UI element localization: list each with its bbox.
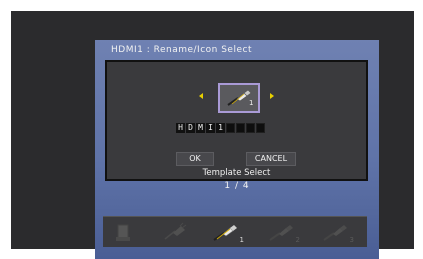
strip-item-device[interactable] [107,219,147,245]
name-char-empty[interactable] [246,123,255,133]
rename-icon-dialog: HDMI1 : Rename/Icon Select 1 H D M I 1 O… [95,40,379,259]
arrow-right-icon[interactable] [270,93,274,99]
ok-button[interactable]: OK [176,152,214,166]
selected-icon-box[interactable]: 1 [218,83,260,113]
strip-number: 1 [239,236,244,244]
strip-number: 3 [349,236,354,244]
strip-item-plug[interactable] [157,219,197,245]
plug-icon [164,222,187,240]
edit-panel: 1 H D M I 1 OK CANCEL Template Select [105,60,368,181]
hdmi-cable-icon [323,225,347,241]
strip-item-hdmi-3[interactable]: 3 [317,219,357,245]
page-indicator: 1 / 4 [224,181,250,191]
device-icon [116,224,130,241]
cancel-button[interactable]: CANCEL [246,152,296,166]
strip-number: 2 [295,236,300,244]
tv-screen: HDMI1 : Rename/Icon Select 1 H D M I 1 O… [11,11,414,259]
hdmi-cable-icon [213,225,237,241]
name-char[interactable]: H [176,123,185,133]
name-char[interactable]: I [206,123,215,133]
icon-strip: 1 2 3 [103,216,367,247]
hdmi-cable-icon [269,225,293,241]
name-char-empty[interactable] [236,123,245,133]
name-char-row: H D M I 1 [176,123,265,133]
name-char-empty[interactable] [226,123,235,133]
icon-number: 1 [249,99,254,107]
name-char[interactable]: 1 [216,123,225,133]
dialog-title: HDMI1 : Rename/Icon Select [111,45,252,55]
template-select-button[interactable]: Template Select [107,168,366,178]
name-char[interactable]: M [196,123,205,133]
strip-item-hdmi-1[interactable]: 1 [207,219,247,245]
name-char-empty[interactable] [256,123,265,133]
strip-item-hdmi-2[interactable]: 2 [263,219,303,245]
name-char[interactable]: D [186,123,195,133]
arrow-left-icon[interactable] [199,93,203,99]
